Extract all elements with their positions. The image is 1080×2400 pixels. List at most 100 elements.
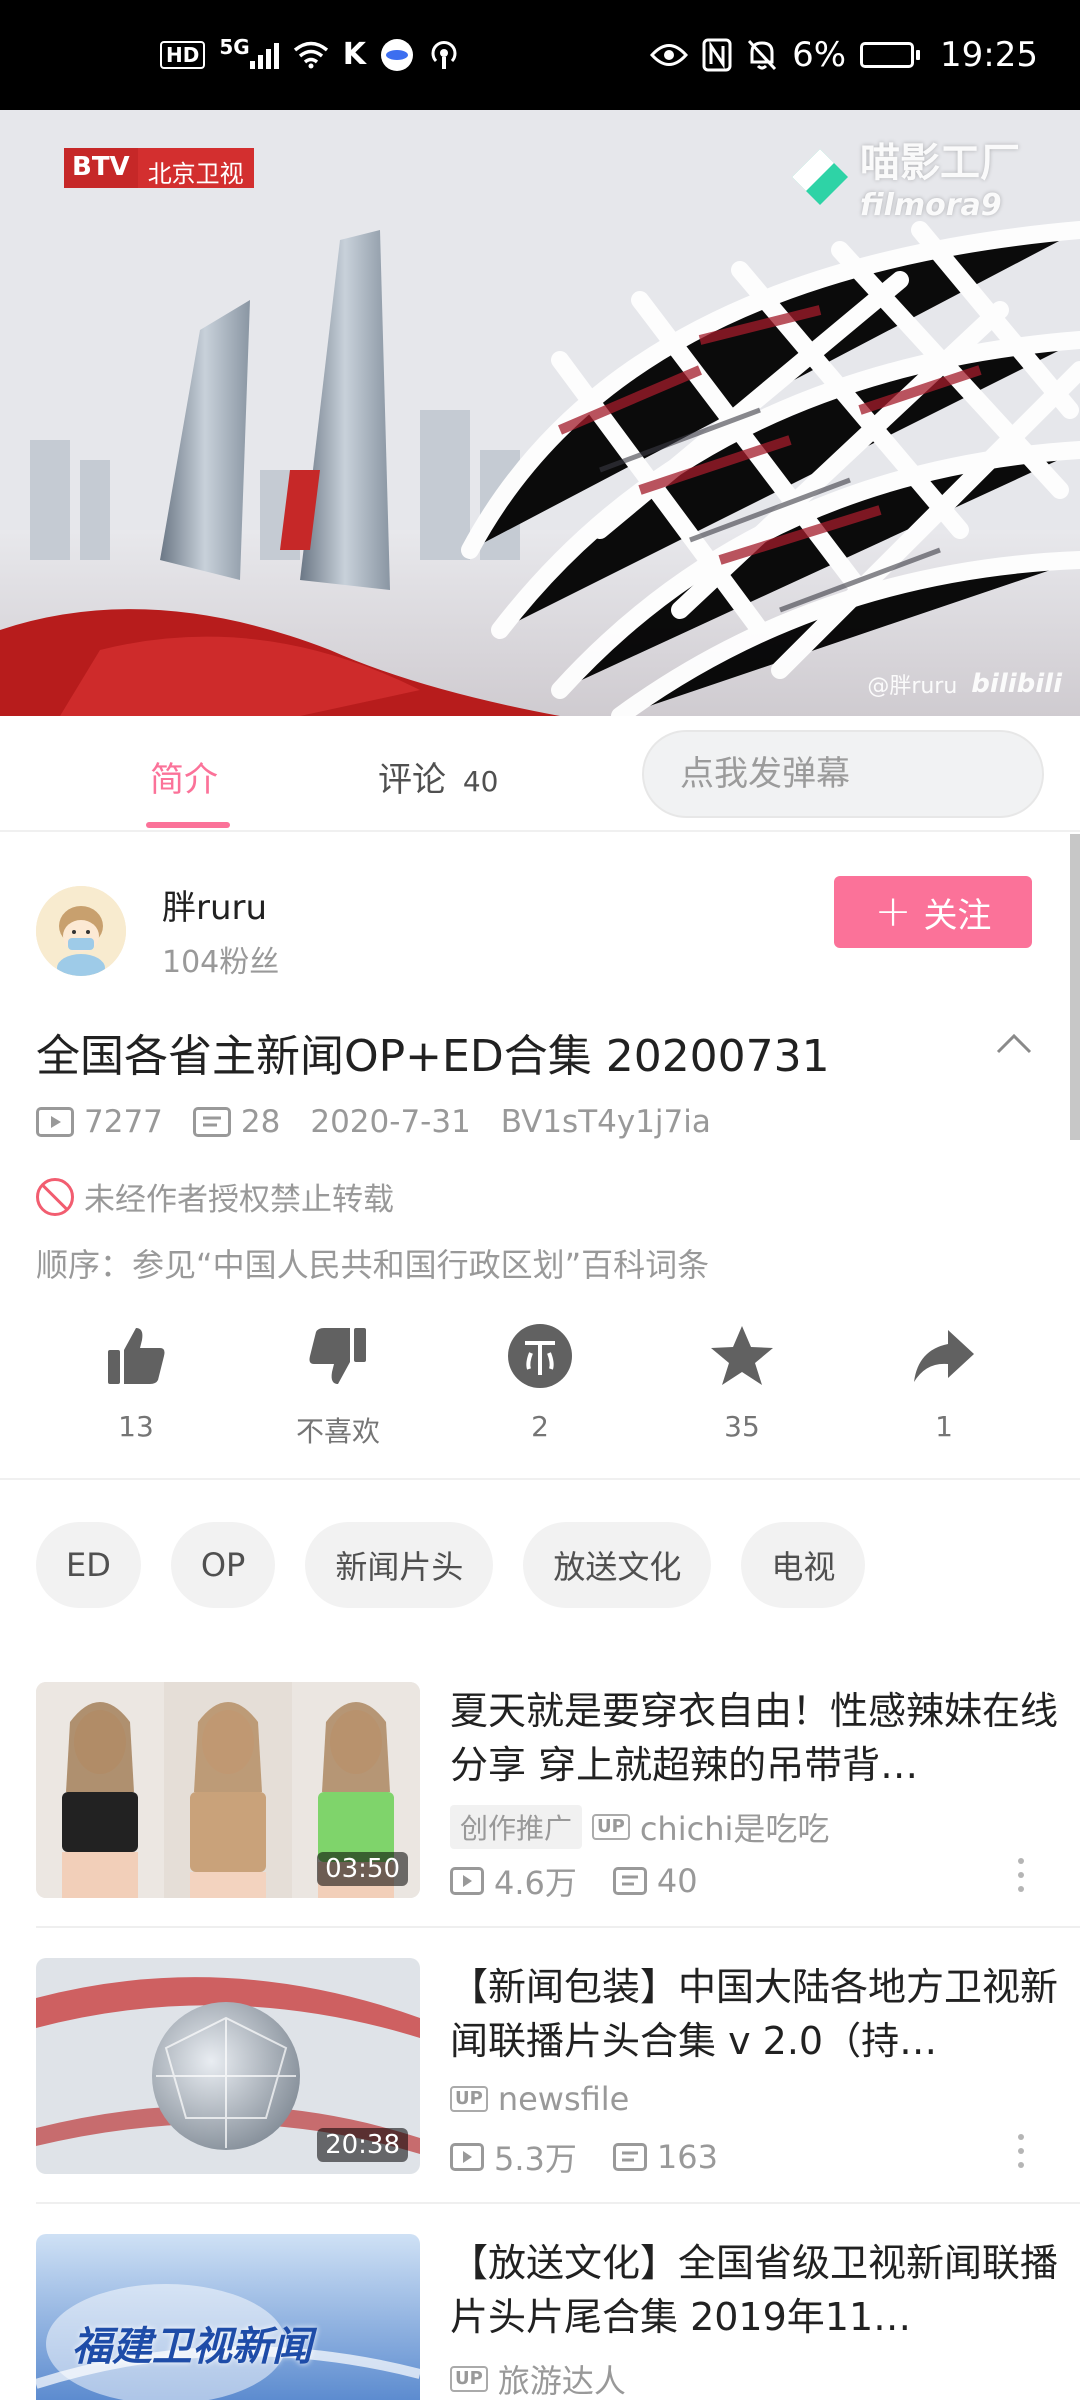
tab-intro[interactable]: 简介	[150, 752, 218, 801]
clock: 19:25	[940, 35, 1038, 75]
video-title: 全国各省主新闻OP+ED合集 20200731	[36, 1031, 830, 1082]
tag-item[interactable]: 放送文化	[523, 1522, 712, 1608]
battery-icon	[860, 42, 921, 68]
recommended-video-title[interactable]: 夏天就是要穿衣自由！性感辣妹在线分享 穿上就超辣的吊带背…	[450, 1684, 1080, 1792]
status-bar: HD 5G K 6% 19:25	[0, 0, 1080, 110]
avatar[interactable]	[36, 885, 126, 976]
view-count-value: 5.3万	[494, 2140, 577, 2178]
no-repost-text: 未经作者授权禁止转载	[84, 1182, 394, 1218]
more-options-icon[interactable]	[1016, 1858, 1026, 1892]
status-left-icons: HD 5G K	[160, 37, 460, 72]
more-options-icon[interactable]	[1016, 2134, 1026, 2168]
5g-signal-icon: 5G	[219, 37, 279, 69]
video-thumbnail[interactable]: 03:50	[36, 1682, 420, 1898]
video-player[interactable]: BTV 北京卫视 喵影工厂 filmora9 @胖ruru bilibili	[0, 110, 1080, 716]
video-thumbnail[interactable]: 20:38	[36, 1958, 420, 2174]
danmaku-count-icon	[192, 1107, 231, 1137]
follow-label: 关注	[923, 895, 992, 936]
danmaku-stat: 163	[612, 2138, 718, 2176]
tab-comments[interactable]: 评论 40	[378, 752, 498, 801]
recommended-video-item[interactable]: 03:50 夏天就是要穿衣自由！性感辣妹在线分享 穿上就超辣的吊带背… 创作推广…	[36, 1682, 1058, 1902]
recommended-video-uploader-row: UP newsfile	[450, 2080, 629, 2118]
recommended-video-uploader: chichi是吃吃	[639, 1810, 830, 1848]
chevron-up-icon[interactable]	[994, 1024, 1034, 1064]
danmaku-count-icon	[612, 1867, 647, 1895]
scrollbar[interactable]	[1070, 834, 1080, 1140]
tag-item[interactable]: 电视	[741, 1522, 866, 1608]
danmaku-count-value: 28	[240, 1104, 281, 1140]
tag-item[interactable]: OP	[170, 1522, 276, 1608]
uploader-info[interactable]: 胖ruru 104粉丝	[36, 880, 279, 981]
filmora-logo-icon	[790, 147, 850, 207]
recommended-video-item[interactable]: 20:38 【新闻包装】中国大陆各地方卫视新闻联播片头合集 v 2.0（持… U…	[36, 1958, 1058, 2178]
uploader-name[interactable]: 胖ruru	[162, 880, 279, 929]
recommended-video-uploader-row: UP 旅游达人	[450, 2356, 626, 2400]
thumbnail-caption: 福建卫视新闻	[72, 2324, 312, 2370]
video-description: 顺序：参见“中国人民共和国行政区划”百科词条	[36, 1246, 710, 1284]
video-meta: 7277 28 2020-7-31 BV1sT4y1j7ia	[36, 1104, 741, 1140]
corner-brand: bilibili	[971, 669, 1062, 699]
coin-button[interactable]: 2	[470, 1320, 610, 1443]
app-icon	[380, 38, 414, 72]
tag-item[interactable]: 新闻片头	[305, 1522, 494, 1608]
share-count: 1	[935, 1410, 953, 1443]
coin-icon	[470, 1320, 610, 1392]
watermark-cn: 喵影工厂	[860, 140, 1020, 186]
thumbs-down-icon	[268, 1320, 408, 1392]
view-count-value: 7277	[84, 1104, 163, 1140]
recommended-video-stats: 4.6万 40	[450, 1858, 734, 1904]
tag-list: ED OP 新闻片头 放送文化 电视	[36, 1522, 866, 1608]
danmaku-stat: 40	[612, 1862, 698, 1900]
tab-active-indicator	[146, 822, 230, 828]
recommended-video-uploader: 旅游达人	[497, 2362, 626, 2400]
recommended-video-uploader: newsfile	[497, 2080, 630, 2118]
thumbs-up-icon	[66, 1320, 206, 1392]
favorite-button[interactable]: 35	[672, 1320, 812, 1443]
danmaku-count-value: 163	[656, 2138, 718, 2176]
star-icon	[672, 1320, 812, 1392]
corner-user: @胖ruru	[867, 674, 958, 699]
nfc-icon	[702, 38, 732, 72]
view-stat: 4.6万	[450, 1858, 577, 1904]
danmaku-count: 28	[192, 1104, 281, 1140]
recommended-video-stats: 5.3万 163	[450, 2134, 754, 2180]
bvid[interactable]: BV1sT4y1j7ia	[501, 1104, 711, 1140]
channel-logo-en: BTV	[64, 148, 138, 188]
recommended-video-title[interactable]: 【新闻包装】中国大陆各地方卫视新闻联播片头合集 v 2.0（持…	[450, 1960, 1080, 2068]
up-icon: UP	[450, 2366, 488, 2392]
follow-button[interactable]: + 关注	[834, 876, 1032, 948]
view-stat: 5.3万	[450, 2134, 577, 2180]
danmaku-input[interactable]	[644, 732, 1042, 816]
view-count: 7277	[36, 1104, 163, 1140]
recommended-video-item[interactable]: 福建卫视新闻 【放送文化】全国省级卫视新闻联播片头片尾合集 2019年11… U…	[36, 2234, 1058, 2400]
danmaku-count-value: 40	[656, 1862, 698, 1900]
list-divider	[36, 2202, 1080, 2204]
recommended-video-title[interactable]: 【放送文化】全国省级卫视新闻联播片头片尾合集 2019年11…	[450, 2236, 1080, 2344]
favorite-count: 35	[724, 1410, 760, 1443]
dislike-label: 不喜欢	[295, 1415, 380, 1448]
up-icon: UP	[592, 1814, 630, 1840]
video-thumbnail[interactable]: 福建卫视新闻	[36, 2234, 420, 2400]
danmaku-count-icon	[612, 2143, 647, 2171]
plus-icon: +	[874, 886, 912, 937]
like-button[interactable]: 13	[66, 1320, 206, 1443]
promo-badge: 创作推广	[450, 1805, 583, 1849]
tab-comments-label: 评论	[378, 760, 446, 800]
status-right-icons: 6% 19:25	[650, 35, 1038, 75]
uploader-fans: 104粉丝	[162, 945, 280, 980]
mute-icon	[746, 38, 778, 72]
video-duration: 20:38	[317, 2128, 408, 2162]
share-icon	[874, 1320, 1014, 1392]
tab-intro-label: 简介	[150, 760, 218, 800]
up-icon: UP	[450, 2086, 488, 2112]
share-button[interactable]: 1	[874, 1320, 1014, 1443]
video-corner-watermark: @胖ruru bilibili	[867, 668, 1062, 700]
battery-percent: 6%	[792, 35, 847, 75]
coin-count: 2	[531, 1410, 549, 1443]
dislike-button[interactable]: 不喜欢	[268, 1320, 408, 1450]
danmaku-bar: 弹 ✓	[642, 730, 1044, 818]
tag-item[interactable]: ED	[36, 1522, 141, 1608]
ban-icon	[36, 1177, 74, 1216]
wifi-icon	[293, 41, 329, 69]
hd-icon: HD	[160, 41, 206, 69]
